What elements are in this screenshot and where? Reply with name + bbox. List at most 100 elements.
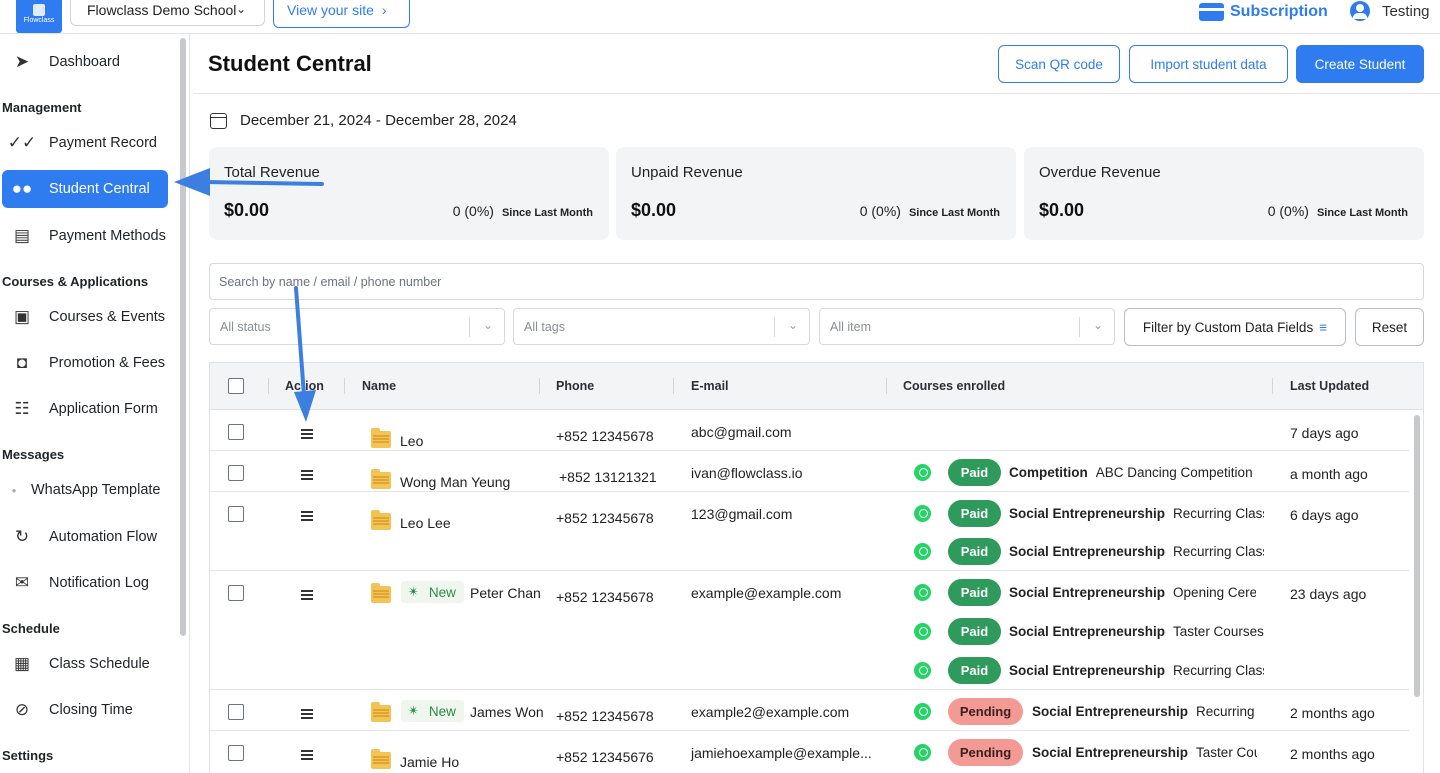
row-action-menu-icon[interactable]: [301, 470, 313, 480]
sidebar-section-messages: Messages: [2, 447, 65, 462]
column-phone[interactable]: Phone: [556, 379, 594, 393]
search-input[interactable]: Search by name / email / phone number: [209, 263, 1424, 300]
sidebar-item-label: Student Central: [49, 181, 150, 197]
table-row[interactable]: Leo Lee +852 12345678 123@gmail.com Paid…: [210, 493, 1409, 571]
status-select[interactable]: All status ⌄: [209, 308, 505, 345]
rocket-icon: ➤: [14, 52, 30, 71]
course-name: Opening Ceremony: [1173, 585, 1256, 600]
scan-qr-button[interactable]: Scan QR code: [998, 45, 1120, 83]
whatsapp-icon[interactable]: [914, 703, 931, 720]
column-action[interactable]: Action: [285, 379, 324, 393]
course-entry[interactable]: Competition ABC Dancing Competition: [1009, 465, 1264, 480]
row-checkbox[interactable]: [228, 745, 244, 761]
row-checkbox[interactable]: [228, 704, 244, 720]
course-entry[interactable]: Social Entrepreneurship Opening Ceremony: [1009, 585, 1256, 600]
column-last-updated[interactable]: Last Updated: [1290, 379, 1369, 393]
tags-select[interactable]: All tags ⌄: [513, 308, 810, 345]
create-student-button[interactable]: Create Student: [1296, 45, 1424, 83]
sidebar-item-student-central[interactable]: ●● Student Central: [2, 170, 168, 208]
stat-label: Overdue Revenue: [1039, 164, 1161, 181]
course-entry[interactable]: Social Entrepreneurship Recurring Class: [1009, 544, 1264, 559]
school-logo[interactable]: Flowclass: [16, 0, 62, 33]
select-divider: [774, 317, 775, 337]
column-name[interactable]: Name: [362, 379, 396, 393]
folder-icon: [371, 469, 391, 489]
student-name[interactable]: Leo: [400, 433, 423, 449]
sidebar-item-closing-time[interactable]: ⊘ Closing Time: [2, 691, 168, 729]
school-selector[interactable]: Flowclass Demo School ⌄: [70, 0, 265, 26]
chevron-down-icon: ⌄: [1092, 318, 1103, 332]
column-courses[interactable]: Courses enrolled: [903, 379, 1005, 393]
sidebar-item-label: WhatsApp Template: [31, 482, 161, 498]
course-entry[interactable]: Social Entrepreneurship Recurring Class: [1009, 506, 1264, 521]
custom-data-filter-button[interactable]: Filter by Custom Data Fields ≡: [1124, 308, 1346, 346]
whatsapp-icon[interactable]: [914, 744, 931, 761]
sidebar-item-courses-events[interactable]: ▣ Courses & Events: [2, 298, 168, 336]
last-updated: 2 months ago: [1290, 746, 1375, 762]
student-phone: +852 13121321: [559, 469, 657, 485]
whatsapp-icon[interactable]: [914, 623, 931, 640]
sidebar-item-dashboard[interactable]: ➤ Dashboard: [2, 43, 168, 81]
chevron-right-icon: ›: [381, 2, 387, 18]
course-entry[interactable]: Social Entrepreneurship Recurring Class: [1009, 663, 1264, 678]
sidebar-item-label: Payment Record: [49, 135, 157, 151]
course-entry[interactable]: Social Entrepreneurship Recurring Class: [1032, 704, 1257, 719]
table-header: Action Name Phone E-mail Courses enrolle…: [210, 363, 1423, 410]
student-name[interactable]: Leo Lee: [400, 515, 451, 531]
item-select[interactable]: All item ⌄: [819, 308, 1115, 345]
whatsapp-icon[interactable]: [914, 464, 931, 481]
sidebar-item-whatsapp-template[interactable]: ● WhatsApp Template: [2, 471, 168, 509]
sidebar-item-label: Closing Time: [49, 702, 133, 718]
last-updated: a month ago: [1290, 466, 1368, 482]
view-site-label: View your site: [287, 2, 374, 18]
sidebar-item-automation-flow[interactable]: ↻ Automation Flow: [2, 518, 168, 556]
subscription-link[interactable]: Subscription: [1199, 1, 1328, 23]
user-menu[interactable]: Testing: [1350, 1, 1430, 21]
sidebar-item-payment-record[interactable]: ✓✓ Payment Record: [2, 124, 168, 162]
whatsapp-icon[interactable]: [914, 543, 931, 560]
sidebar-item-application-form[interactable]: ☷ Application Form: [2, 390, 168, 428]
row-action-menu-icon[interactable]: [301, 429, 313, 439]
student-name[interactable]: Peter Chan: [470, 585, 541, 601]
row-action-menu-icon[interactable]: [301, 750, 313, 760]
sidebar-item-payment-methods[interactable]: ▤ Payment Methods: [2, 217, 168, 255]
sidebar-item-class-schedule[interactable]: ▦ Class Schedule: [2, 645, 168, 683]
date-range-picker[interactable]: December 21, 2024 - December 28, 2024: [210, 112, 517, 129]
whatsapp-icon[interactable]: [914, 584, 931, 601]
whatsapp-icon[interactable]: [914, 662, 931, 679]
sidebar-scrollbar[interactable]: [180, 38, 186, 636]
table-row[interactable]: Leo +852 12345678 abc@gmail.com 7 days a…: [210, 411, 1409, 451]
student-name[interactable]: James Won: [470, 704, 544, 720]
table-row[interactable]: Wong Man Yeung +852 13121321 ivan@flowcl…: [210, 452, 1409, 492]
table-row[interactable]: ✴ New Peter Chan +852 12345678 example@ex…: [210, 572, 1409, 690]
stat-change: 0 (0%) Since Last Month: [860, 203, 1000, 219]
reset-button[interactable]: Reset: [1355, 308, 1424, 346]
sidebar-item-notification-log[interactable]: ✉ Notification Log: [2, 564, 168, 602]
date-range-text: December 21, 2024 - December 28, 2024: [240, 112, 517, 129]
row-checkbox[interactable]: [228, 506, 244, 522]
select-divider: [1079, 317, 1080, 337]
status-badge: Paid: [948, 657, 1001, 684]
row-checkbox[interactable]: [228, 424, 244, 440]
custom-data-filter-label: Filter by Custom Data Fields: [1142, 319, 1314, 335]
row-checkbox[interactable]: [228, 585, 244, 601]
row-action-menu-icon[interactable]: [301, 709, 313, 719]
row-action-menu-icon[interactable]: [301, 590, 313, 600]
course-entry[interactable]: Social Entrepreneurship Taster Courses: [1032, 745, 1257, 760]
select-all-checkbox[interactable]: [228, 378, 244, 394]
table-scrollbar[interactable]: [1414, 415, 1420, 697]
student-email: example@example.com: [691, 585, 842, 601]
view-site-button[interactable]: View your site ›: [273, 0, 410, 28]
table-row[interactable]: Jamie Ho +852 12345676 jamiehoexample@ex…: [210, 732, 1409, 773]
row-action-menu-icon[interactable]: [301, 511, 313, 521]
student-name[interactable]: Jamie Ho: [400, 754, 459, 770]
table-row[interactable]: ✴ New James Won +852 12345678 example2@ex…: [210, 691, 1409, 731]
sidebar-item-promotion-fees[interactable]: ◘ Promotion & Fees: [2, 344, 168, 382]
row-checkbox[interactable]: [228, 465, 244, 481]
import-student-data-button[interactable]: Import student data: [1129, 45, 1288, 83]
course-entry[interactable]: Social Entrepreneurship Taster Courses: [1009, 624, 1264, 639]
student-phone: +852 12345678: [556, 510, 654, 526]
student-name[interactable]: Wong Man Yeung: [400, 474, 510, 490]
whatsapp-icon[interactable]: [914, 505, 931, 522]
column-email[interactable]: E-mail: [691, 379, 729, 393]
